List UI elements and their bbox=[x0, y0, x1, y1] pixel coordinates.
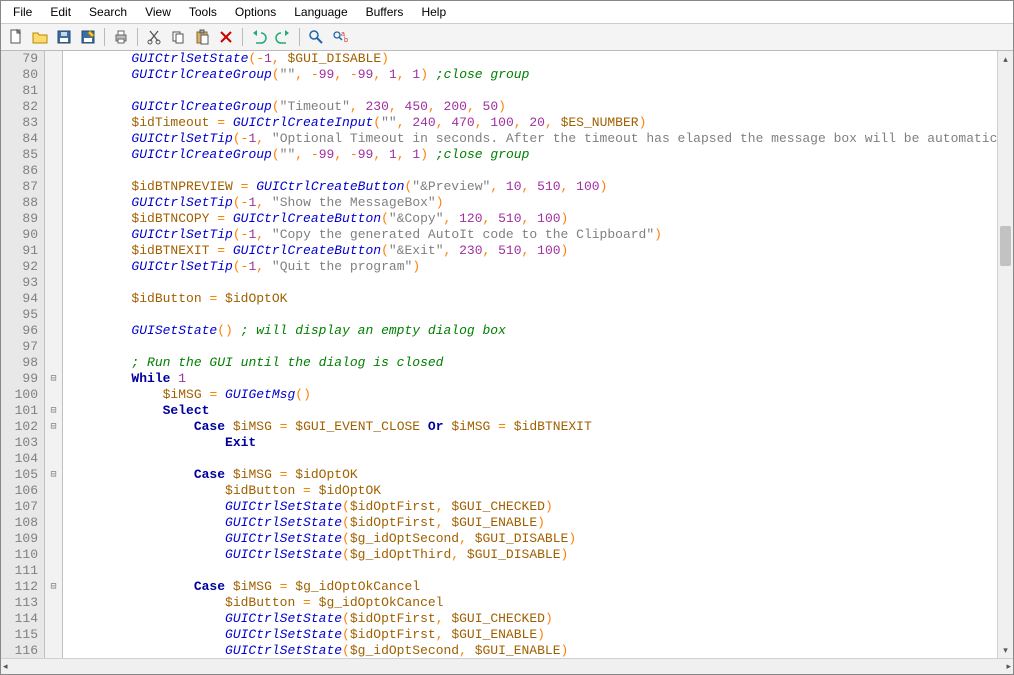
toolbar: ab bbox=[1, 24, 1013, 51]
svg-text:b: b bbox=[344, 37, 348, 44]
toolbar-separator bbox=[104, 28, 105, 46]
menu-language[interactable]: Language bbox=[286, 3, 355, 21]
delete-icon[interactable] bbox=[215, 26, 237, 48]
paste-icon[interactable] bbox=[191, 26, 213, 48]
scroll-up-icon[interactable]: ▴ bbox=[998, 51, 1013, 67]
menubar: File Edit Search View Tools Options Lang… bbox=[1, 1, 1013, 24]
save-file-icon[interactable] bbox=[53, 26, 75, 48]
menu-view[interactable]: View bbox=[137, 3, 179, 21]
menu-search[interactable]: Search bbox=[81, 3, 135, 21]
scroll-right-icon[interactable]: ▸ bbox=[1006, 661, 1011, 672]
undo-icon[interactable] bbox=[248, 26, 270, 48]
code-editor[interactable]: 7980818283848586878889909192939495969798… bbox=[1, 51, 1013, 658]
menu-file[interactable]: File bbox=[5, 3, 40, 21]
code-area[interactable]: GUICtrlSetState(-1, $GUI_DISABLE) GUICtr… bbox=[63, 51, 1013, 658]
vertical-scrollbar[interactable]: ▴ ▾ bbox=[997, 51, 1013, 658]
scroll-down-icon[interactable]: ▾ bbox=[998, 642, 1013, 658]
find-icon[interactable] bbox=[305, 26, 327, 48]
scrollbar-thumb[interactable] bbox=[1000, 226, 1011, 266]
copy-icon[interactable] bbox=[167, 26, 189, 48]
redo-icon[interactable] bbox=[272, 26, 294, 48]
new-file-icon[interactable] bbox=[5, 26, 27, 48]
toolbar-separator bbox=[242, 28, 243, 46]
toolbar-separator bbox=[137, 28, 138, 46]
line-number-gutter: 7980818283848586878889909192939495969798… bbox=[1, 51, 45, 658]
menu-buffers[interactable]: Buffers bbox=[358, 3, 412, 21]
fold-gutter[interactable]: ⊟⊟⊟⊟⊟ bbox=[45, 51, 63, 658]
menu-edit[interactable]: Edit bbox=[42, 3, 79, 21]
cut-icon[interactable] bbox=[143, 26, 165, 48]
menu-help[interactable]: Help bbox=[413, 3, 454, 21]
menu-options[interactable]: Options bbox=[227, 3, 284, 21]
save-as-icon[interactable] bbox=[77, 26, 99, 48]
print-icon[interactable] bbox=[110, 26, 132, 48]
editor-window: File Edit Search View Tools Options Lang… bbox=[0, 0, 1014, 675]
menu-tools[interactable]: Tools bbox=[181, 3, 225, 21]
horizontal-scrollbar[interactable]: ◂ ▸ bbox=[1, 658, 1013, 674]
replace-icon[interactable]: ab bbox=[329, 26, 351, 48]
open-file-icon[interactable] bbox=[29, 26, 51, 48]
toolbar-separator bbox=[299, 28, 300, 46]
scroll-left-icon[interactable]: ◂ bbox=[3, 661, 8, 672]
